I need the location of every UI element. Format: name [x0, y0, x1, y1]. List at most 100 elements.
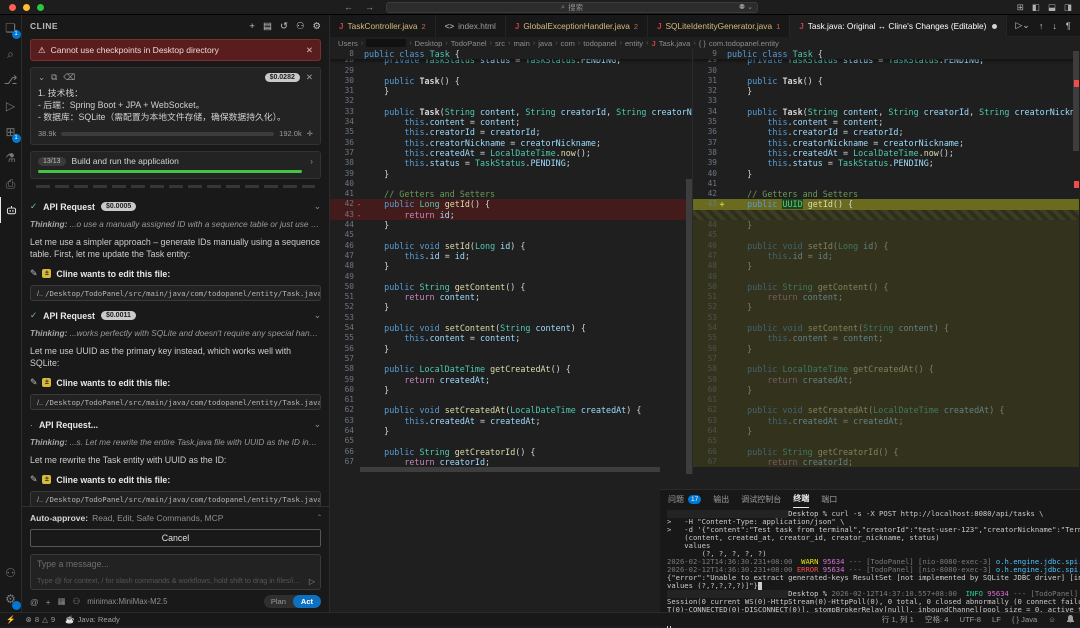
task-card[interactable]: ⌄ ⧉ ⌫ $0.0282 ✕ 1. 技术栈： - 后端：Spring Boot…	[30, 67, 321, 145]
breadcrumb-item[interactable]: main	[513, 39, 529, 48]
task-close-icon[interactable]: ✕	[306, 72, 313, 83]
accounts-icon[interactable]: ⚇	[0, 560, 22, 586]
history-forward-icon[interactable]: →	[365, 2, 374, 12]
panel-tab-terminal[interactable]: 终端	[793, 490, 809, 508]
extensions-icon[interactable]: ⊞ 1	[0, 119, 22, 145]
search-view-icon[interactable]: ⌕	[0, 41, 22, 67]
cline-settings-icon[interactable]: ⚙	[312, 21, 321, 32]
model-selector[interactable]: minimax:MiniMax-M2.5	[87, 597, 167, 606]
copy-task-icon[interactable]: ⧉	[51, 72, 57, 83]
thinking-row[interactable]: Thinking: ...o use a manually assigned I…	[30, 219, 321, 229]
act-mode-button[interactable]: Act	[293, 595, 321, 608]
cursor-position[interactable]: 行 1, 列 1	[882, 614, 914, 625]
history-back-icon[interactable]: ←	[344, 2, 353, 12]
testing-icon[interactable]: ⚗	[0, 145, 22, 171]
cancel-button[interactable]: Cancel	[30, 529, 321, 547]
image-icon[interactable]: ▦	[58, 596, 66, 607]
explorer-icon[interactable]: ❏ 1	[0, 15, 22, 41]
breadcrumb-item[interactable]: java	[538, 39, 552, 48]
history-icon[interactable]: ↺	[280, 21, 288, 32]
chevron-down-icon[interactable]: ⌄	[314, 419, 321, 430]
vertical-scrollbar[interactable]	[1073, 51, 1079, 151]
panel-tab-debug-console[interactable]: 调试控制台	[741, 490, 781, 508]
problems-status[interactable]: ⊗8 △9	[25, 615, 55, 624]
toggle-panel-icon[interactable]: ⬓	[1048, 2, 1056, 13]
account-icon[interactable]: ⚇	[296, 21, 305, 32]
collapse-task-icon[interactable]: ⌄	[38, 72, 45, 83]
whitespace-toggle-icon[interactable]: ¶	[1066, 21, 1071, 31]
new-task-icon[interactable]: +	[249, 21, 255, 32]
edit-file-path[interactable]: /../Desktop/TodoPanel/src/main/java/com/…	[30, 394, 321, 410]
thinking-row[interactable]: Thinking: ...s. Let me rewrite the entir…	[30, 437, 321, 447]
chevron-down-icon[interactable]: ⌄	[314, 310, 321, 321]
next-change-icon[interactable]: ↓	[1052, 21, 1057, 31]
toggle-secondary-sidebar-icon[interactable]: ◨	[1064, 2, 1072, 13]
settings-gear-icon[interactable]: ⚙	[0, 586, 22, 612]
feedback-icon[interactable]: ☺	[1048, 615, 1056, 624]
vertical-scrollbar[interactable]	[686, 179, 692, 474]
previous-change-icon[interactable]: ↑	[1039, 21, 1044, 31]
plan-mode-button[interactable]: Plan	[264, 595, 293, 608]
copilot-menu-icon[interactable]: ⚉ ⌄	[739, 3, 753, 11]
breadcrumb-item[interactable]: TodoPanel	[451, 39, 487, 48]
send-icon[interactable]: ▷	[309, 577, 315, 586]
customize-layout-icon[interactable]: ⊞	[1017, 2, 1024, 13]
source-control-icon[interactable]: ⎇	[0, 67, 22, 93]
window-close-button[interactable]	[9, 4, 16, 11]
tab-taskcontroller-java[interactable]: J TaskController.java2	[330, 15, 436, 37]
add-icon[interactable]: +	[46, 597, 51, 607]
breadcrumb[interactable]: Users››Desktop›TodoPanel›src›main›java›c…	[330, 37, 1080, 49]
chevron-right-icon[interactable]: ›	[310, 156, 313, 166]
breadcrumb-item[interactable]: todopanel	[583, 39, 616, 48]
run-debug-icon[interactable]: ▷	[0, 93, 22, 119]
error-close-icon[interactable]: ✕	[306, 45, 313, 56]
window-minimize-button[interactable]	[23, 4, 30, 11]
cline-extension-icon[interactable]	[0, 197, 22, 223]
tab-task-java-diff[interactable]: J Task.java: Original ↔ Cline's Changes …	[790, 15, 1007, 37]
tab-index-html[interactable]: <> index.html	[436, 15, 506, 37]
tab-globalexceptionhandler-java[interactable]: J GlobalExceptionHandler.java2	[506, 15, 648, 37]
notifications-bell-icon[interactable]	[1067, 615, 1074, 625]
plan-act-toggle[interactable]: Plan Act	[264, 595, 321, 608]
eol-sequence[interactable]: LF	[992, 615, 1001, 624]
breadcrumb-item[interactable]: src	[495, 39, 505, 48]
api-request-row[interactable]: ✓ API Request $0.0005 ⌄	[30, 201, 321, 212]
window-zoom-button[interactable]	[37, 4, 44, 11]
language-mode[interactable]: { } Java	[1012, 615, 1037, 624]
api-request-row[interactable]: ✓ API Request $0.0011 ⌄	[30, 310, 321, 321]
delete-task-icon[interactable]: ⌫	[63, 72, 75, 83]
thinking-row[interactable]: Thinking: ...works perfectly with SQLite…	[30, 328, 321, 338]
model-icon[interactable]: ⚇	[73, 596, 81, 607]
breadcrumb-item[interactable]: com.todopanel.entity	[709, 39, 779, 48]
run-button[interactable]: ▷⌄	[1015, 20, 1029, 31]
terminal-output[interactable]: Desktop % curl -s -X POST http://localho…	[660, 508, 1080, 628]
command-center-search[interactable]: ⌕ 搜索 ⚉ ⌄	[386, 2, 758, 13]
breadcrumb-item[interactable]: Desktop	[415, 39, 443, 48]
panel-tab-problems[interactable]: 问题 17	[668, 490, 701, 508]
diff-modified-pane[interactable]: 9public class Task { 28 @Enumerated(Enum…	[693, 49, 1079, 474]
breadcrumb-item[interactable]: com	[561, 39, 575, 48]
toggle-sidebar-icon[interactable]: ◧	[1032, 2, 1040, 13]
horizontal-scrollbar[interactable]	[360, 467, 660, 472]
chevron-up-icon[interactable]: ˆ	[318, 513, 321, 523]
auto-approve-row[interactable]: Auto-approve: Read, Edit, Safe Commands,…	[30, 513, 321, 523]
encoding[interactable]: UTF-8	[960, 615, 982, 624]
edit-file-path[interactable]: /../Desktop/TodoPanel/src/main/java/com/…	[30, 491, 321, 506]
tab-sqliteidentitygenerator-java[interactable]: J SQLiteIdentityGenerator.java1	[648, 15, 790, 37]
chat-input[interactable]: Type a message... Type @ for context, / …	[30, 554, 321, 590]
focus-chain-card[interactable]: 13/13 Build and run the application ›	[30, 151, 321, 179]
indentation[interactable]: 空格: 4	[925, 614, 949, 625]
breadcrumb-item[interactable]: Users	[338, 39, 358, 48]
edit-file-path[interactable]: /../Desktop/TodoPanel/src/main/java/com/…	[30, 285, 321, 301]
context-at-icon[interactable]: @	[30, 597, 39, 607]
mcp-servers-icon[interactable]: ▤	[263, 21, 272, 32]
panel-tab-ports[interactable]: 端口	[821, 490, 837, 508]
breadcrumb-item[interactable]: Task.java	[659, 39, 691, 48]
remote-indicator-icon[interactable]: ⚡	[6, 615, 15, 624]
chevron-down-icon[interactable]: ⌄	[314, 201, 321, 212]
diff-original-pane[interactable]: 8public class Task { 27 @Enumerated(Enum…	[330, 49, 693, 474]
printer-icon[interactable]: ⎙	[0, 171, 22, 197]
java-status[interactable]: ☕ Java: Ready	[65, 615, 120, 624]
breadcrumb-item[interactable]: entity	[625, 39, 643, 48]
panel-tab-output[interactable]: 输出	[713, 490, 729, 508]
